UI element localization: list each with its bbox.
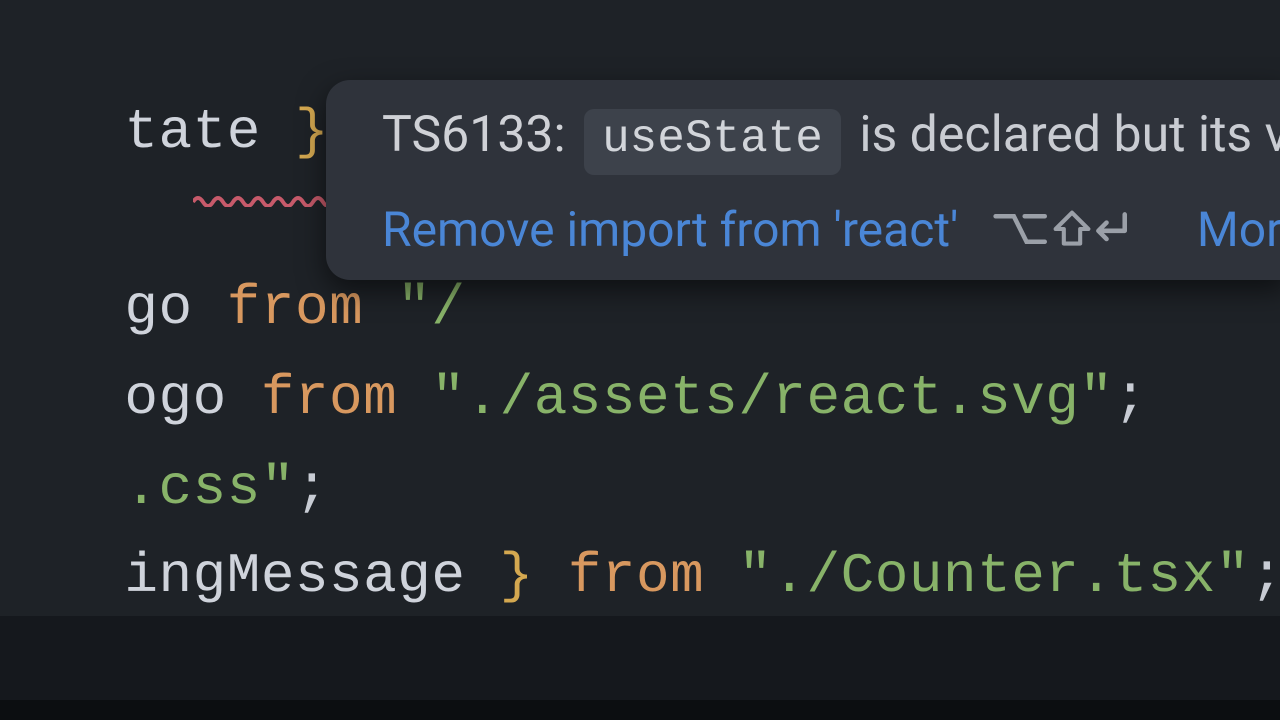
code-token-brace: }: [295, 100, 329, 164]
option-shift-enter-icon: [992, 209, 1128, 249]
diagnostic-text: is declared but its value is n: [859, 106, 1280, 164]
error-code: TS6133:: [382, 106, 566, 164]
quickfix-remove-import[interactable]: Remove import from 'react': [382, 201, 958, 258]
editor-bottom-edge: [0, 700, 1280, 720]
text-cursor-icon: [324, 8, 346, 58]
quickfix-actions: Remove import from 'react' More actio: [382, 201, 1256, 258]
code-editor[interactable]: tate } from "react"; go from "/ ogo from…: [0, 0, 1280, 720]
quickfix-more-actions[interactable]: More actio: [1197, 201, 1280, 258]
editor-gutter-strip: [0, 616, 1280, 700]
warning-underline: [0, 60, 648, 74]
keyboard-shortcut-hint: [992, 209, 1128, 249]
symbol-chip: useState: [584, 109, 841, 175]
diagnostic-message: TS6133: useState is declared but its val…: [382, 104, 1256, 175]
code-token-ident: tate: [124, 100, 295, 164]
diagnostic-popup: TS6133: useState is declared but its val…: [326, 80, 1280, 280]
